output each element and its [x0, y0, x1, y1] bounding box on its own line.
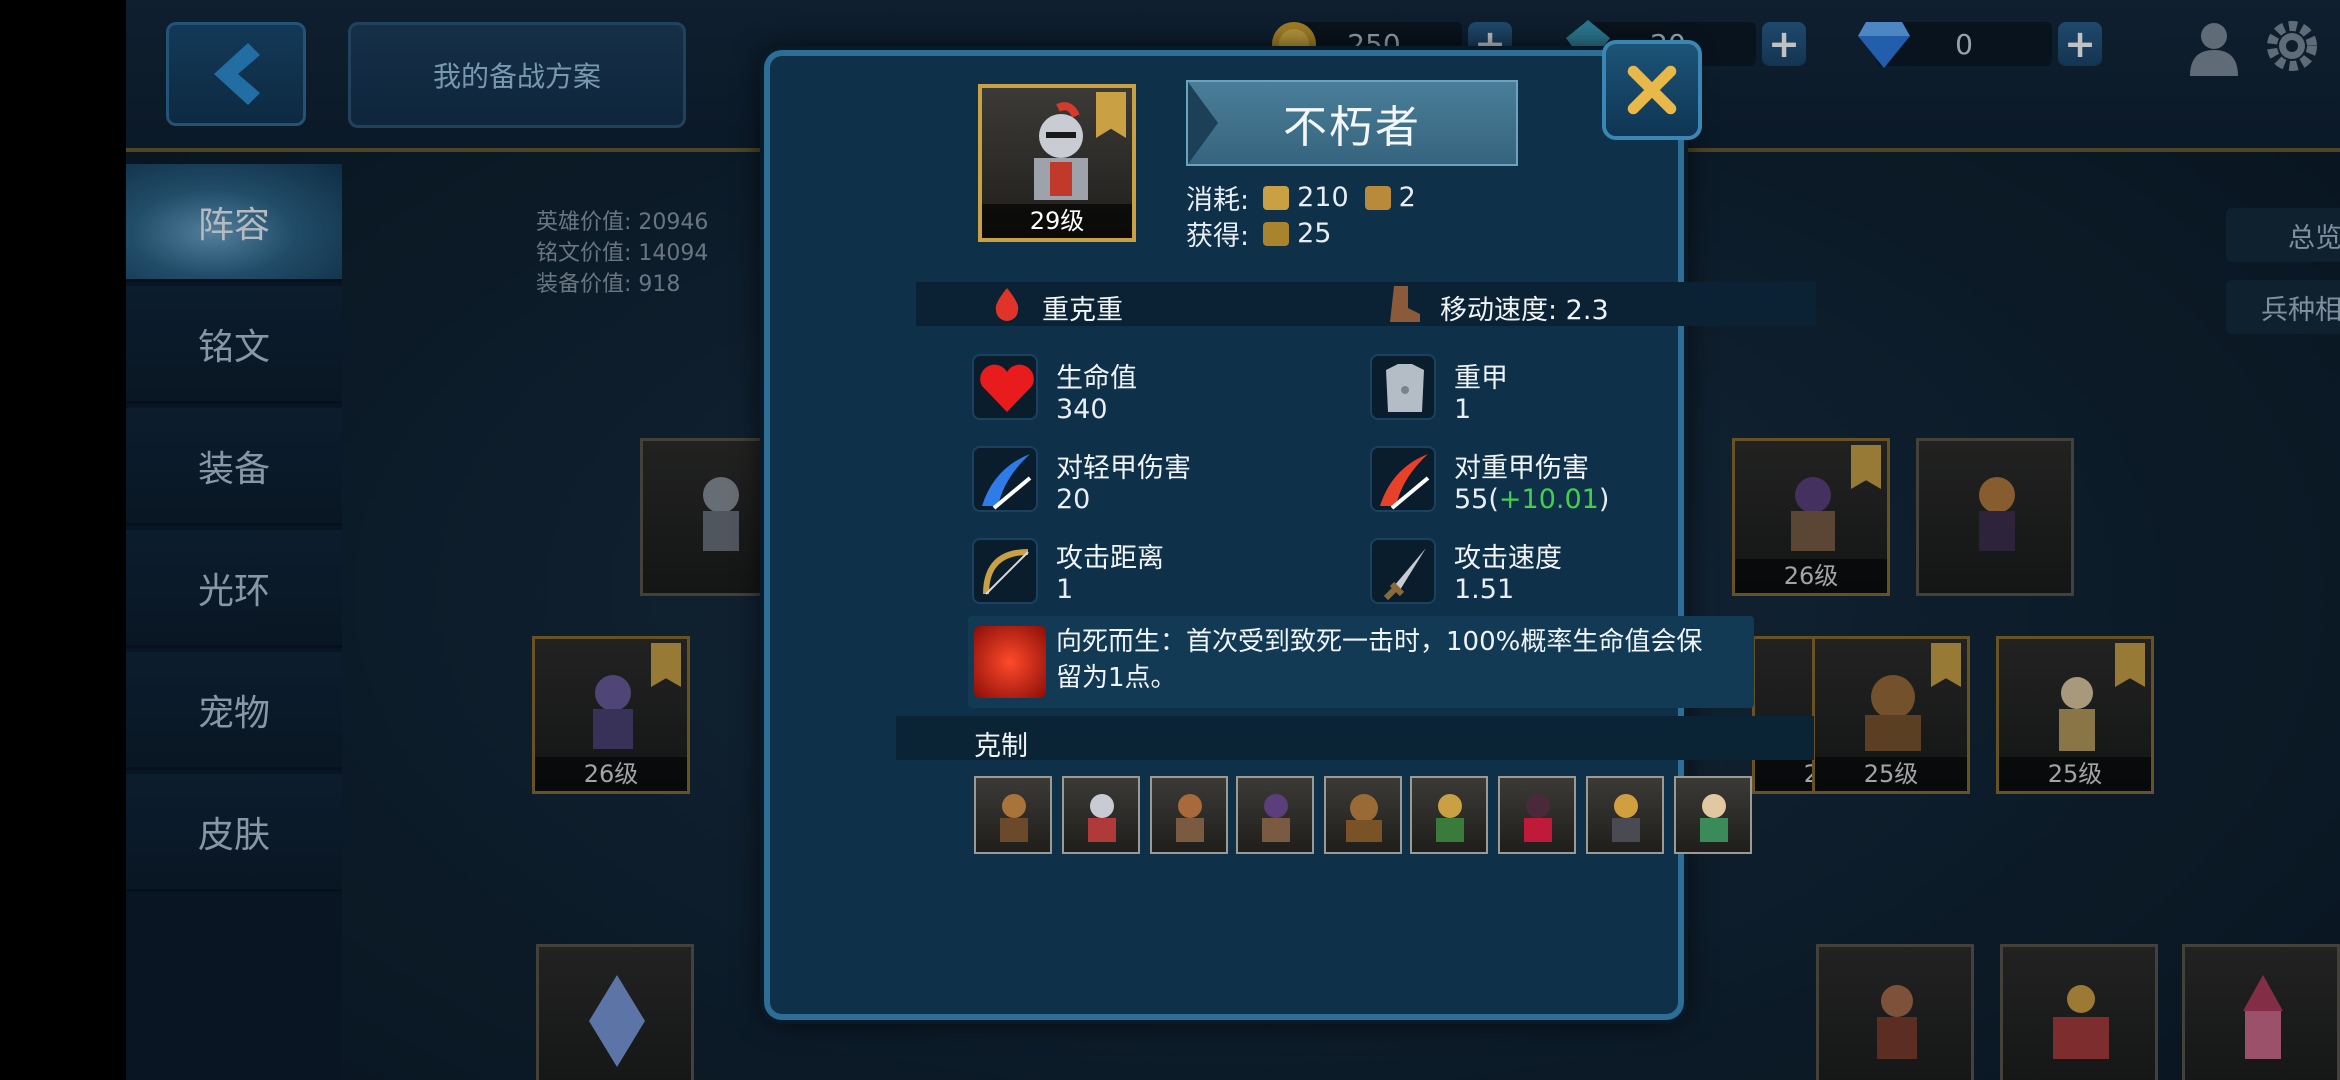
skill-line-1: 向死而生：首次受到致死一击时，100%概率生命值会保: [1056, 627, 1703, 657]
medal-icon: [1263, 221, 1290, 246]
gold-small-icon: [1263, 185, 1290, 210]
gain-value: 25: [1297, 218, 1332, 249]
cost-row: 消耗: 210 2: [1186, 178, 1416, 217]
heavy-damage-label: 对重甲伤害: [1454, 453, 1589, 484]
heavy-damage-value: 55(+10.01): [1454, 484, 1610, 515]
skill-description: 向死而生：首次受到致死一击时，100%概率生命值会保 留为1点。: [1056, 624, 1746, 696]
move-speed-text: 移动速度: 2.3: [1440, 295, 1609, 326]
hero-name: 不朽者: [1186, 80, 1518, 166]
counter-hero-2[interactable]: [1062, 776, 1140, 854]
light-damage-icon: [972, 446, 1038, 512]
game-screen: 我的备战方案 250 + 20 + 0 + 阵容 铭文 装备: [126, 0, 2340, 1080]
hero-portrait: 29级: [978, 84, 1136, 242]
blood-drop-icon: [995, 288, 1019, 321]
counter-hero-7[interactable]: [1498, 776, 1576, 854]
counter-hero-1[interactable]: [974, 776, 1052, 854]
heavy-damage-icon: [1370, 446, 1436, 512]
counter-hero-4[interactable]: [1236, 776, 1314, 854]
counter-hero-6[interactable]: [1410, 776, 1488, 854]
hero-level: 29级: [982, 204, 1132, 238]
rebirth-skill-icon: [974, 626, 1046, 698]
heavy-damage-bonus: +10.01: [1498, 484, 1599, 515]
bow-icon: [972, 538, 1038, 604]
attack-speed-label: 攻击速度: [1454, 543, 1562, 574]
unit-type-text: 重克重: [1042, 295, 1123, 326]
counter-hero-9[interactable]: [1674, 776, 1752, 854]
gain-label: 获得:: [1186, 221, 1250, 252]
gain-row: 获得: 25: [1186, 214, 1331, 253]
armor-value: 1: [1454, 394, 1472, 425]
cost-population: 2: [1398, 182, 1416, 213]
attack-range-label: 攻击距离: [1056, 543, 1164, 574]
cost-label: 消耗:: [1186, 185, 1250, 216]
immortal-knight-icon: [1034, 102, 1088, 200]
light-damage-value: 20: [1056, 484, 1091, 515]
close-icon: [1627, 65, 1677, 115]
close-button[interactable]: [1602, 40, 1702, 140]
heart-icon: [972, 354, 1038, 420]
attack-range-value: 1: [1056, 574, 1074, 605]
skill-line-2: 留为1点。: [1056, 663, 1177, 693]
hp-label: 生命值: [1056, 363, 1137, 394]
population-icon: [1364, 185, 1391, 210]
cost-gold: 210: [1297, 182, 1349, 213]
counter-band: [896, 716, 1814, 760]
armor-label: 重甲: [1454, 363, 1508, 394]
light-damage-label: 对轻甲伤害: [1056, 453, 1191, 484]
attack-speed-value: 1.51: [1454, 574, 1515, 605]
dagger-icon: [1370, 538, 1436, 604]
counter-hero-5[interactable]: [1324, 776, 1402, 854]
boot-icon: [1390, 286, 1420, 322]
hp-value: 340: [1056, 394, 1108, 425]
counter-title: 克制: [974, 731, 1028, 762]
counter-hero-8[interactable]: [1586, 776, 1664, 854]
counter-hero-3[interactable]: [1150, 776, 1228, 854]
heavy-armor-icon: [1370, 354, 1436, 420]
